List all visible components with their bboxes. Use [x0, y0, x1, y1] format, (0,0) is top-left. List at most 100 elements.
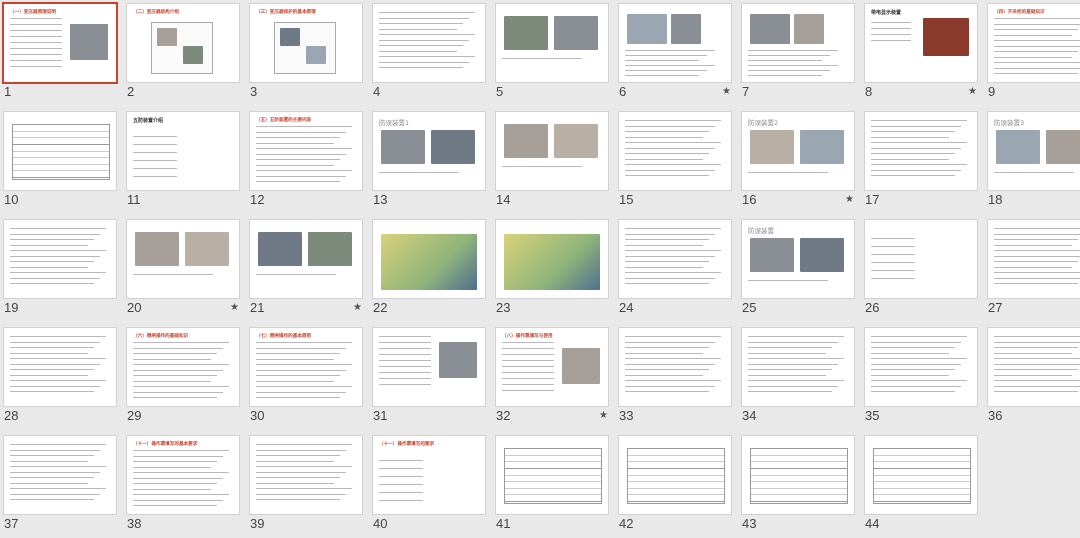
- slide-preview[interactable]: （一）变压器原理说明: [4, 4, 116, 82]
- slide-preview[interactable]: [373, 4, 485, 82]
- slide-preview[interactable]: （十一）操作票填写的基本要求: [127, 436, 239, 514]
- slide-preview[interactable]: （五）五防装置的主要内容: [250, 112, 362, 190]
- slide-preview[interactable]: [619, 436, 731, 514]
- slide-thumbnail[interactable]: 23: [492, 220, 608, 322]
- slide-thumbnail[interactable]: 防误装置1 13: [369, 112, 485, 214]
- slide-thumbnail[interactable]: （二）变压器结构介绍 2: [123, 4, 239, 106]
- slide-preview[interactable]: （四）开关柜的基础知识: [988, 4, 1080, 82]
- slide-thumbnail[interactable]: （三）变压器保护的基本原理 3: [246, 4, 362, 106]
- animation-star-icon: ★: [230, 302, 239, 313]
- slide-number: 11: [127, 192, 141, 207]
- slide-thumbnail[interactable]: 22: [369, 220, 485, 322]
- slide-thumbnail[interactable]: 15: [615, 112, 731, 214]
- slide-preview[interactable]: [742, 4, 854, 82]
- slide-thumbnail[interactable]: （七）倒闸操作的基本原则 30: [246, 328, 362, 430]
- slide-thumbnail[interactable]: 7: [738, 4, 854, 106]
- slide-preview[interactable]: [250, 220, 362, 298]
- slide-preview[interactable]: [619, 220, 731, 298]
- slide-preview[interactable]: [373, 328, 485, 406]
- slide-preview[interactable]: [865, 328, 977, 406]
- slide-thumbnail[interactable]: 4: [369, 4, 485, 106]
- slide-title: （六）倒闸操作的基础知识: [133, 334, 189, 339]
- slide-preview[interactable]: [865, 112, 977, 190]
- slide-thumbnail[interactable]: （六）倒闸操作的基础知识 29: [123, 328, 239, 430]
- slide-preview[interactable]: [4, 328, 116, 406]
- slide-thumbnail[interactable]: 41: [492, 436, 608, 538]
- slide-number: 8: [865, 84, 873, 99]
- slide-number: 10: [4, 192, 19, 207]
- slide-preview[interactable]: [988, 328, 1080, 406]
- slide-thumbnail[interactable]: 带电显示装置 8 ★: [861, 4, 977, 106]
- slide-thumbnail[interactable]: 44: [861, 436, 977, 538]
- slide-preview[interactable]: [4, 220, 116, 298]
- slide-preview[interactable]: [742, 436, 854, 514]
- slide-number: 2: [127, 84, 135, 99]
- slide-preview[interactable]: [4, 112, 116, 190]
- slide-preview[interactable]: （二）变压器结构介绍: [127, 4, 239, 82]
- slide-thumbnail[interactable]: 33: [615, 328, 731, 430]
- slide-preview[interactable]: 防误装置1: [373, 112, 485, 190]
- slide-number: 6: [619, 84, 627, 99]
- slide-thumbnail[interactable]: 42: [615, 436, 731, 538]
- slide-thumbnail[interactable]: 27: [984, 220, 1080, 322]
- slide-thumbnail[interactable]: 37: [0, 436, 116, 538]
- slide-thumbnail[interactable]: 26: [861, 220, 977, 322]
- slide-preview[interactable]: 防误装置: [742, 220, 854, 298]
- slide-thumbnail[interactable]: 35: [861, 328, 977, 430]
- slide-thumbnail[interactable]: 36: [984, 328, 1080, 430]
- slide-preview[interactable]: [742, 328, 854, 406]
- slide-thumbnail[interactable]: 防误装置2 16 ★: [738, 112, 854, 214]
- slide-number: 15: [619, 192, 634, 207]
- slide-thumbnail[interactable]: （五）五防装置的主要内容 12: [246, 112, 362, 214]
- slide-preview[interactable]: [250, 436, 362, 514]
- slide-thumbnail[interactable]: 34: [738, 328, 854, 430]
- slide-preview[interactable]: [619, 112, 731, 190]
- slide-preview[interactable]: （六）倒闸操作的基础知识: [127, 328, 239, 406]
- slide-preview[interactable]: （十一）操作票填写的要求: [373, 436, 485, 514]
- slide-title: （五）五防装置的主要内容: [256, 118, 312, 123]
- slide-thumbnail[interactable]: 5: [492, 4, 608, 106]
- slide-thumbnail[interactable]: 6 ★: [615, 4, 731, 106]
- slide-preview[interactable]: （八）操作票填写与使用: [496, 328, 608, 406]
- slide-thumbnail[interactable]: 39: [246, 436, 362, 538]
- slide-thumbnail[interactable]: 防误装置3 18: [984, 112, 1080, 214]
- slide-preview[interactable]: [496, 4, 608, 82]
- slide-preview[interactable]: [4, 436, 116, 514]
- slide-thumbnail[interactable]: （八）操作票填写与使用 32 ★: [492, 328, 608, 430]
- slide-preview[interactable]: [865, 220, 977, 298]
- slide-preview[interactable]: 带电显示装置: [865, 4, 977, 82]
- slide-preview[interactable]: [373, 220, 485, 298]
- slide-thumbnail[interactable]: （一）变压器原理说明 1: [0, 4, 116, 106]
- slide-thumbnail[interactable]: 28: [0, 328, 116, 430]
- slide-preview[interactable]: [127, 220, 239, 298]
- slide-thumbnail[interactable]: 20 ★: [123, 220, 239, 322]
- slide-thumbnail[interactable]: 19: [0, 220, 116, 322]
- slide-preview[interactable]: （三）变压器保护的基本原理: [250, 4, 362, 82]
- slide-thumbnail[interactable]: 43: [738, 436, 854, 538]
- slide-thumbnail[interactable]: （四）开关柜的基础知识 9: [984, 4, 1080, 106]
- slide-thumbnail[interactable]: 24: [615, 220, 731, 322]
- slide-preview[interactable]: [496, 112, 608, 190]
- slide-preview[interactable]: [619, 328, 731, 406]
- slide-thumbnail[interactable]: 五防装置介绍 11: [123, 112, 239, 214]
- slide-preview[interactable]: [865, 436, 977, 514]
- slide-number: 19: [4, 300, 19, 315]
- slide-preview[interactable]: [496, 436, 608, 514]
- slide-preview[interactable]: [619, 4, 731, 82]
- slide-number: 18: [988, 192, 1003, 207]
- slide-preview[interactable]: [496, 220, 608, 298]
- slide-preview[interactable]: 防误装置2: [742, 112, 854, 190]
- slide-preview[interactable]: [988, 220, 1080, 298]
- slide-thumbnail[interactable]: 防误装置 25: [738, 220, 854, 322]
- slide-preview[interactable]: （七）倒闸操作的基本原则: [250, 328, 362, 406]
- slide-thumbnail[interactable]: （十一）操作票填写的基本要求 38: [123, 436, 239, 538]
- slide-thumbnail[interactable]: 14: [492, 112, 608, 214]
- slide-thumbnail[interactable]: 21 ★: [246, 220, 362, 322]
- slide-thumbnail[interactable]: 31: [369, 328, 485, 430]
- slide-thumbnail[interactable]: 10: [0, 112, 116, 214]
- animation-star-icon: ★: [353, 302, 362, 313]
- slide-preview[interactable]: 防误装置3: [988, 112, 1080, 190]
- slide-thumbnail[interactable]: 17: [861, 112, 977, 214]
- slide-thumbnail[interactable]: （十一）操作票填写的要求 40: [369, 436, 485, 538]
- slide-preview[interactable]: 五防装置介绍: [127, 112, 239, 190]
